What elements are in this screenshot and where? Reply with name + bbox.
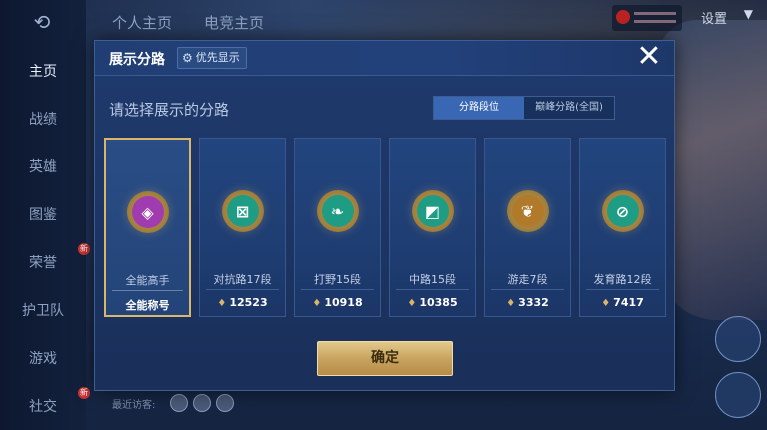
route-card-farm-lane[interactable]: ⊘ 发育路12段 ♦ 7417	[579, 138, 666, 317]
route-card-name: 发育路12段	[593, 273, 652, 286]
sidebar-item-honor[interactable]: 荣誉	[0, 251, 86, 275]
jungle-emblem-icon: ❧	[316, 190, 359, 232]
sidebar-item-label: 图鉴	[29, 207, 57, 223]
notification-banner[interactable]	[612, 5, 682, 31]
sidebar-item-label: 护卫队	[22, 303, 64, 319]
route-card-score: 7417	[613, 296, 644, 309]
mode-segmented-control: 分路段位 巅峰分路(全国)	[433, 96, 615, 120]
new-badge: 新	[78, 243, 90, 255]
emblem-glyph: ⊘	[606, 195, 639, 227]
route-card-footer: ♦ 10918	[295, 296, 380, 309]
sidebar-item-label: 社交	[29, 399, 57, 415]
sidebar-item-label: 英雄	[29, 159, 57, 175]
sidebar-item-game[interactable]: 游戏	[0, 347, 86, 371]
avatar[interactable]	[216, 394, 234, 412]
priority-display-button[interactable]: ⚙ 优先显示	[177, 47, 247, 69]
route-card-footer: ♦ 10385	[390, 296, 475, 309]
sidebar-item-record[interactable]: 战绩	[0, 108, 86, 132]
mid-lane-emblem-icon: ◩	[411, 190, 454, 232]
dialog-header: 展示分路 ⚙ 优先显示 ✕	[95, 41, 674, 76]
sidebar-item-label: 主页	[29, 64, 57, 80]
chevron-down-icon[interactable]: ▼	[744, 7, 753, 21]
all-round-emblem-icon: ◈	[126, 191, 169, 233]
rank-point-icon: ♦	[312, 298, 322, 309]
route-card-name: 打野15段	[314, 273, 361, 286]
tab-personal-home[interactable]: 个人主页	[112, 12, 172, 33]
card-divider	[491, 289, 564, 290]
route-card-footer: ♦ 12523	[200, 296, 285, 309]
sidebar-item-guard[interactable]: 护卫队	[0, 299, 86, 323]
sidebar-item-label: 荣誉	[29, 255, 57, 271]
rank-point-icon: ♦	[506, 298, 516, 309]
emblem-glyph: ⊠	[226, 195, 259, 227]
sidebar-item-codex[interactable]: 图鉴	[0, 203, 86, 227]
route-cards: ◈ 全能高手 全能称号 ⊠ 对抗路17段 ♦ 12523 ❧ 打野15段 ♦ 109…	[104, 138, 666, 317]
rank-point-icon: ♦	[217, 298, 227, 309]
route-card-all-round[interactable]: ◈ 全能高手 全能称号	[104, 138, 191, 317]
dialog-title: 展示分路	[109, 52, 165, 68]
route-card-score: 10918	[324, 296, 363, 309]
priority-display-label: 优先显示	[195, 51, 240, 64]
sidebar-item-social[interactable]: 社交	[0, 395, 86, 419]
route-card-jungle[interactable]: ❧ 打野15段 ♦ 10918	[294, 138, 381, 317]
card-divider	[112, 290, 183, 291]
card-divider	[206, 289, 279, 290]
route-card-name: 游走7段	[507, 273, 548, 286]
farm-lane-emblem-icon: ⊘	[601, 190, 644, 232]
route-card-name: 中路15段	[409, 273, 456, 286]
route-card-title: 全能称号	[125, 299, 170, 312]
card-divider	[301, 289, 374, 290]
tab-esports-home[interactable]: 电竞主页	[204, 12, 264, 33]
route-card-mid-lane[interactable]: ◩ 中路15段 ♦ 10385	[389, 138, 476, 317]
rank-point-icon: ♦	[601, 298, 611, 309]
route-card-roam[interactable]: ❦ 游走7段 ♦ 3332	[484, 138, 571, 317]
route-card-name: 全能高手	[125, 274, 170, 287]
route-prompt: 请选择展示的分路	[109, 101, 230, 119]
confirm-button[interactable]: 确定	[317, 341, 453, 376]
back-icon[interactable]: ⟲	[24, 12, 60, 32]
emblem-glyph: ◈	[131, 196, 164, 228]
sidebar-item-label: 战绩	[29, 112, 57, 128]
route-card-name: 对抗路17段	[213, 273, 272, 286]
sidebar-item-heroes[interactable]: 英雄	[0, 155, 86, 179]
recent-visitors-label: 最近访客:	[112, 400, 156, 411]
tab-route-rank[interactable]: 分路段位	[434, 97, 524, 119]
close-icon[interactable]: ✕	[634, 42, 664, 73]
notification-icon	[616, 10, 630, 24]
route-card-clash-lane[interactable]: ⊠ 对抗路17段 ♦ 12523	[199, 138, 286, 317]
avatar[interactable]	[193, 394, 211, 412]
route-card-footer: ♦ 7417	[580, 296, 665, 309]
side-action-button[interactable]	[715, 316, 761, 362]
sidebar: ⟲ 主页 战绩 英雄 图鉴 荣誉 新 护卫队 游戏 社交 新	[0, 0, 90, 430]
route-display-dialog: 展示分路 ⚙ 优先显示 ✕ 请选择展示的分路 分路段位 巅峰分路(全国) ◈ 全…	[94, 40, 675, 391]
avatar[interactable]	[170, 394, 188, 412]
sidebar-item-home[interactable]: 主页	[0, 60, 86, 84]
roam-emblem-icon: ❦	[506, 190, 549, 232]
clash-lane-emblem-icon: ⊠	[221, 190, 264, 232]
settings-button[interactable]: 设置	[701, 8, 727, 27]
emblem-glyph: ◩	[416, 195, 449, 227]
route-card-score: 3332	[518, 296, 549, 309]
route-card-score: 12523	[229, 296, 268, 309]
sidebar-item-label: 游戏	[29, 351, 57, 367]
notice-line	[634, 20, 676, 23]
card-divider	[586, 289, 659, 290]
side-action-button[interactable]	[715, 372, 761, 418]
card-divider	[396, 289, 469, 290]
route-card-footer: 全能称号	[106, 297, 189, 313]
tab-peak-route-national[interactable]: 巅峰分路(全国)	[524, 97, 614, 119]
route-card-score: 10385	[419, 296, 458, 309]
new-badge: 新	[78, 387, 90, 399]
notice-line	[634, 12, 676, 15]
emblem-glyph: ❧	[321, 195, 354, 227]
top-bar: 个人主页 电竞主页 设置 ▼	[92, 0, 767, 40]
route-card-footer: ♦ 3332	[485, 296, 570, 309]
emblem-glyph: ❦	[511, 195, 544, 227]
rank-point-icon: ♦	[407, 298, 417, 309]
gear-icon: ⚙	[182, 51, 193, 65]
